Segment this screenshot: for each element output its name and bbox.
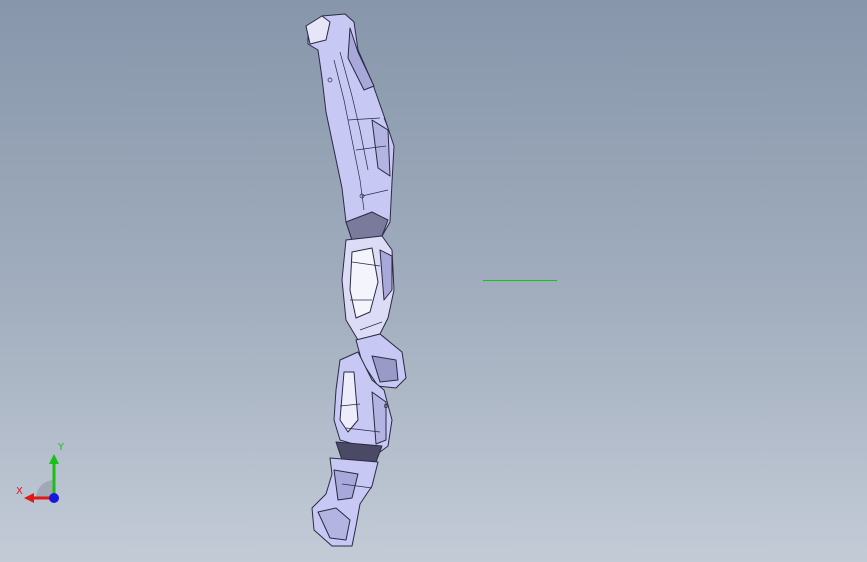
axis-triad-icon (24, 454, 59, 503)
y-axis-label: Y (58, 442, 65, 453)
x-axis-label: X (16, 486, 23, 497)
view-triad: X Y (12, 442, 74, 508)
sketch-line[interactable] (483, 280, 557, 281)
graphics-viewport[interactable]: X Y (0, 0, 867, 562)
bow-riser-model[interactable] (0, 0, 867, 562)
riser-body (305, 13, 407, 547)
